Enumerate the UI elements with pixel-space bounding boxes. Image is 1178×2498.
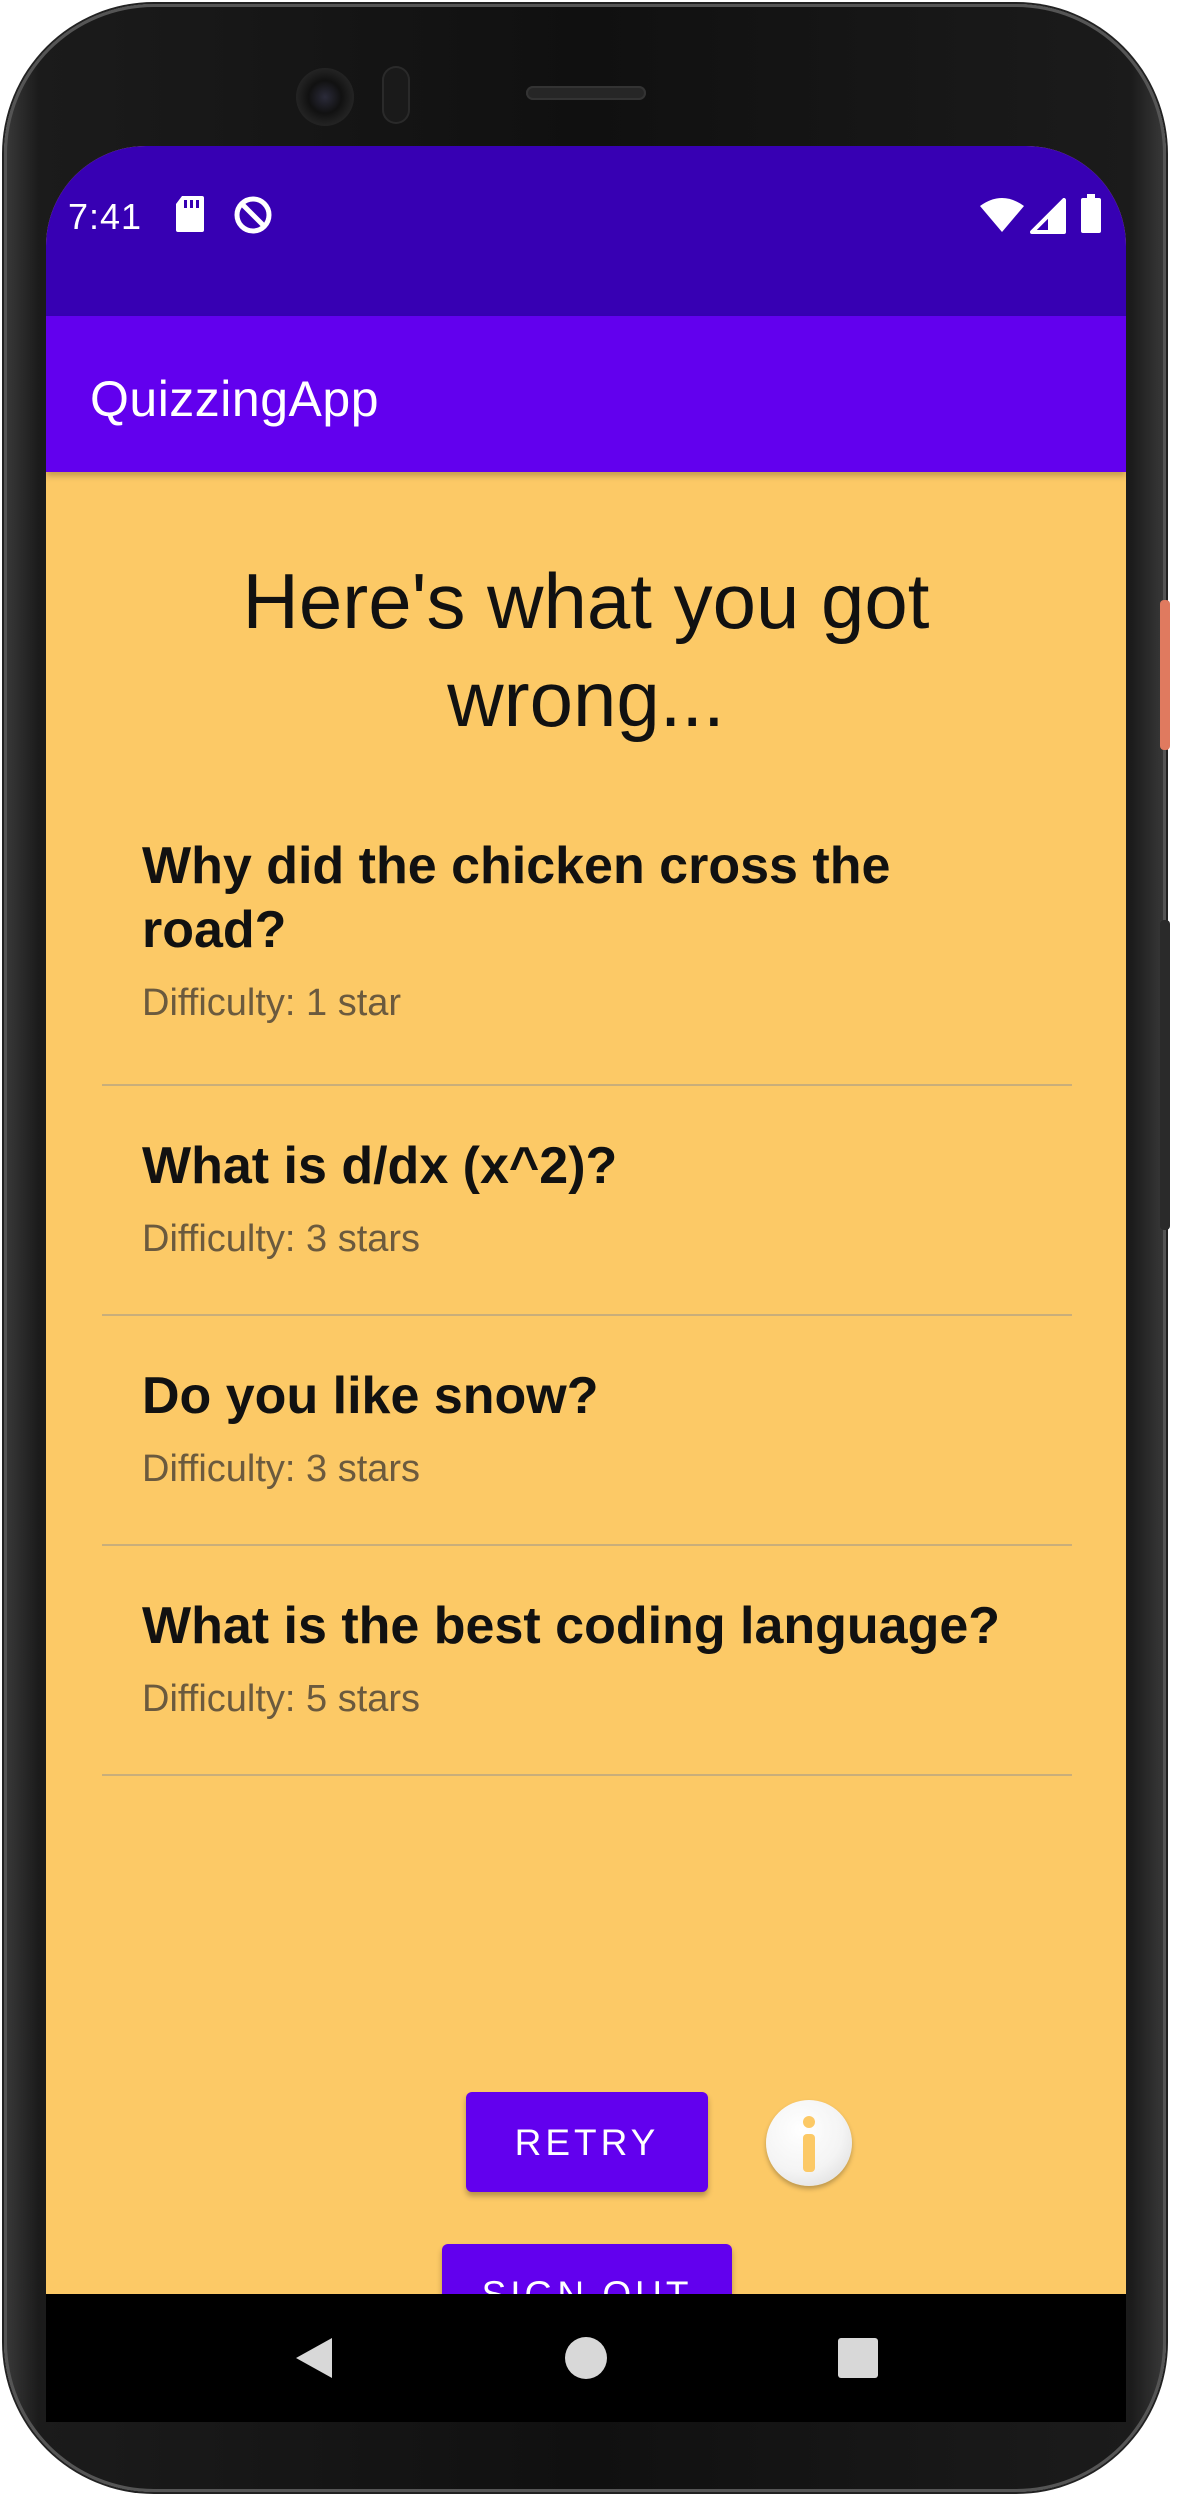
list-item[interactable]: What is the best coding language? Diffic… bbox=[102, 1546, 1072, 1776]
difficulty-text: Difficulty: 5 stars bbox=[142, 1678, 421, 1720]
status-time: 7:41 bbox=[68, 196, 143, 237]
cell-signal-icon bbox=[1030, 198, 1066, 239]
device-screen: 7:41 QuizzingApp Here's what you got wro… bbox=[46, 146, 1126, 2422]
wifi-icon bbox=[980, 198, 1024, 239]
status-bar: 7:41 bbox=[46, 146, 1126, 316]
data-saver-icon bbox=[232, 194, 274, 241]
home-icon[interactable] bbox=[546, 2318, 626, 2398]
wrong-answers-list: Why did the chicken cross the road? Diff… bbox=[102, 794, 1072, 1776]
info-icon[interactable] bbox=[766, 2100, 852, 2186]
recents-icon[interactable] bbox=[818, 2318, 898, 2398]
proximity-sensor bbox=[382, 66, 410, 124]
front-camera bbox=[296, 68, 354, 126]
question-text: Why did the chicken cross the road? bbox=[142, 837, 891, 959]
back-icon[interactable] bbox=[274, 2318, 354, 2398]
info-icon-dot bbox=[803, 2116, 815, 2128]
earpiece-speaker bbox=[526, 86, 646, 100]
results-content: Here's what you got wrong... Why did the… bbox=[46, 472, 1126, 2344]
question-text: Do you like snow? bbox=[142, 1367, 599, 1425]
power-button bbox=[1160, 600, 1170, 750]
difficulty-text: Difficulty: 1 star bbox=[142, 982, 402, 1024]
difficulty-text: Difficulty: 3 stars bbox=[142, 1448, 421, 1490]
volume-button bbox=[1160, 920, 1170, 1230]
app-title: QuizzingApp bbox=[90, 371, 379, 427]
app-bar: QuizzingApp bbox=[46, 316, 1126, 472]
navigation-bar bbox=[46, 2294, 1126, 2422]
question-text: What is the best coding language? bbox=[142, 1597, 1001, 1655]
page-title: Here's what you got wrong... bbox=[242, 557, 930, 743]
battery-icon bbox=[1080, 194, 1102, 239]
info-icon-stem bbox=[803, 2134, 815, 2172]
list-item[interactable]: Why did the chicken cross the road? Diff… bbox=[102, 794, 1072, 1086]
sd-card-icon bbox=[174, 194, 206, 239]
difficulty-text: Difficulty: 3 stars bbox=[142, 1218, 421, 1260]
retry-button[interactable]: RETRY bbox=[466, 2092, 708, 2192]
list-item[interactable]: Do you like snow? Difficulty: 3 stars bbox=[102, 1316, 1072, 1546]
list-item[interactable]: What is d/dx (x^2)? Difficulty: 3 stars bbox=[102, 1086, 1072, 1316]
question-text: What is d/dx (x^2)? bbox=[142, 1137, 618, 1195]
